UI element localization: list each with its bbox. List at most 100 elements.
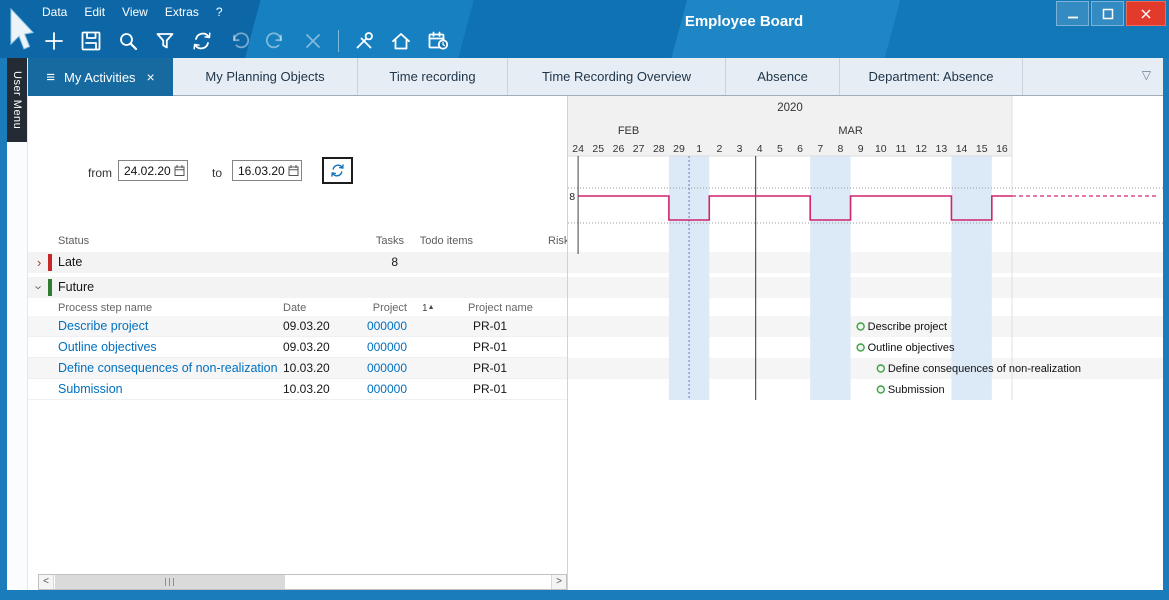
tools-icon[interactable] bbox=[348, 26, 380, 56]
task-name-link[interactable]: Describe project bbox=[58, 316, 148, 337]
scroll-left-button[interactable]: < bbox=[39, 575, 54, 589]
from-label: from bbox=[88, 166, 112, 180]
tab-list-dropdown-icon[interactable]: ▽ bbox=[1142, 68, 1151, 82]
sort-indicator[interactable]: 1▲ bbox=[422, 302, 435, 314]
gantt-chart: 2020FEBMAR242526272829123456789101112131… bbox=[568, 96, 1163, 590]
apply-date-range-button[interactable] bbox=[322, 157, 353, 184]
task-name-link[interactable]: Outline objectives bbox=[58, 337, 157, 358]
titlebar: Data Edit View Extras? Employee Board bbox=[0, 0, 1169, 58]
column-risks[interactable]: Risks bbox=[548, 235, 567, 247]
tabbar: ≡My Activities× My Planning Objects Time r… bbox=[28, 58, 1163, 96]
column-date[interactable]: Date bbox=[283, 302, 306, 314]
tab-time-recording-overview[interactable]: Time Recording Overview bbox=[508, 58, 726, 95]
group-name: Late bbox=[58, 252, 82, 273]
timeline-day: 9 bbox=[858, 143, 864, 155]
tab-time-recording[interactable]: Time recording bbox=[358, 58, 508, 95]
timeline-day: 25 bbox=[592, 143, 604, 155]
project-number-link[interactable]: 000000 bbox=[337, 358, 407, 379]
project-number-link[interactable]: 000000 bbox=[337, 316, 407, 337]
capacity-axis-label: 8 bbox=[569, 191, 575, 203]
timeline-month: FEB bbox=[618, 125, 639, 137]
close-button[interactable] bbox=[1126, 1, 1166, 26]
task-name-link[interactable]: Define consequences of non-realization bbox=[58, 358, 278, 379]
hamburger-icon[interactable]: ≡ bbox=[46, 69, 55, 86]
planning-calendar-icon[interactable] bbox=[422, 26, 454, 56]
home-icon[interactable] bbox=[385, 26, 417, 56]
save-icon[interactable] bbox=[75, 26, 107, 56]
toolbar-separator bbox=[338, 30, 339, 52]
timeline-day: 14 bbox=[956, 143, 968, 155]
maximize-button[interactable] bbox=[1091, 1, 1124, 26]
weekend-band bbox=[810, 156, 850, 400]
column-process-step-name[interactable]: Process step name bbox=[58, 302, 152, 314]
column-status[interactable]: Status bbox=[58, 235, 89, 247]
column-todo-items[interactable]: Todo items bbox=[408, 235, 473, 247]
app-title: Employee Board bbox=[685, 13, 803, 30]
tab-label: My Planning Objects bbox=[205, 69, 324, 84]
sort-ascending-icon: ▲ bbox=[428, 304, 435, 311]
timeline-day: 5 bbox=[777, 143, 783, 155]
milestone-label: Define consequences of non-realization bbox=[888, 363, 1081, 375]
undo-icon[interactable] bbox=[223, 26, 255, 56]
column-tasks[interactable]: Tasks bbox=[358, 235, 404, 247]
gantt-row-stripe bbox=[568, 316, 1163, 337]
menu-item-help[interactable]: ? bbox=[216, 5, 223, 19]
task-date: 09.03.20 bbox=[283, 337, 330, 358]
group-row-late[interactable]: › Late 8 bbox=[28, 252, 567, 273]
timeline-year: 2020 bbox=[777, 102, 803, 114]
filter-icon[interactable] bbox=[149, 26, 181, 56]
menu-item-data[interactable]: Data bbox=[42, 5, 67, 19]
group-row-future[interactable]: › Future bbox=[28, 277, 567, 298]
tabs-container: ≡My Activities× My Planning Objects Time r… bbox=[28, 58, 1023, 95]
menu-item-view[interactable]: View bbox=[122, 5, 148, 19]
column-project[interactable]: Project bbox=[328, 302, 407, 314]
tab-my-activities[interactable]: ≡My Activities× bbox=[28, 58, 173, 96]
project-number-link[interactable]: 000000 bbox=[337, 379, 407, 400]
milestone-marker[interactable] bbox=[857, 344, 864, 351]
horizontal-scrollbar[interactable]: < > bbox=[38, 574, 567, 590]
task-date: 10.03.20 bbox=[283, 379, 330, 400]
tab-label: Time Recording Overview bbox=[542, 69, 691, 84]
expand-chevron-icon[interactable]: › bbox=[37, 252, 41, 273]
user-menu-tab[interactable]: User Menu bbox=[7, 58, 27, 142]
timeline-day: 1 bbox=[696, 143, 702, 155]
task-row: Submission10.03.20000000PR-01 bbox=[28, 379, 567, 400]
scrollbar-grip-icon bbox=[165, 578, 176, 586]
add-icon[interactable] bbox=[38, 26, 70, 56]
tab-absence[interactable]: Absence bbox=[726, 58, 840, 95]
menubar: Data Edit View Extras? bbox=[42, 5, 240, 19]
redo-icon[interactable] bbox=[260, 26, 292, 56]
close-tab-icon[interactable]: × bbox=[147, 69, 155, 85]
to-date-input[interactable] bbox=[232, 160, 302, 181]
from-date-input[interactable] bbox=[118, 160, 188, 181]
search-icon[interactable] bbox=[112, 26, 144, 56]
tab-department-absence[interactable]: Department: Absence bbox=[840, 58, 1023, 95]
milestone-marker[interactable] bbox=[877, 386, 884, 393]
menu-item-edit[interactable]: Edit bbox=[84, 5, 105, 19]
minimize-button[interactable] bbox=[1056, 1, 1089, 26]
milestone-label: Describe project bbox=[868, 321, 947, 333]
column-project-name[interactable]: Project name bbox=[468, 302, 533, 314]
scroll-right-button[interactable]: > bbox=[551, 575, 566, 589]
timeline-day: 3 bbox=[737, 143, 743, 155]
milestone-label: Outline objectives bbox=[868, 342, 955, 354]
capacity-line bbox=[578, 196, 1012, 220]
timeline-day: 2 bbox=[716, 143, 722, 155]
milestone-marker[interactable] bbox=[857, 323, 864, 330]
task-name-link[interactable]: Submission bbox=[58, 379, 123, 400]
collapse-chevron-icon[interactable]: › bbox=[29, 285, 50, 289]
task-list-panel: from to Status Tasks Todo items Risks bbox=[28, 96, 567, 590]
tab-my-planning-objects[interactable]: My Planning Objects bbox=[173, 58, 358, 95]
group-tasks-count: 8 bbox=[328, 252, 398, 273]
app-window: DataEditViewExtras? Employee Board Use bbox=[0, 0, 1169, 600]
timeline-day: 4 bbox=[757, 143, 763, 155]
refresh-icon[interactable] bbox=[186, 26, 218, 56]
menu-item-extras[interactable]: Extras bbox=[165, 5, 199, 19]
task-row: Define consequences of non-realization10… bbox=[28, 358, 567, 379]
timeline-day: 26 bbox=[613, 143, 625, 155]
status-color-bar bbox=[48, 254, 52, 271]
project-number-link[interactable]: 000000 bbox=[337, 337, 407, 358]
scrollbar-thumb[interactable] bbox=[55, 575, 285, 589]
milestone-marker[interactable] bbox=[877, 365, 884, 372]
delete-icon[interactable] bbox=[297, 26, 329, 56]
